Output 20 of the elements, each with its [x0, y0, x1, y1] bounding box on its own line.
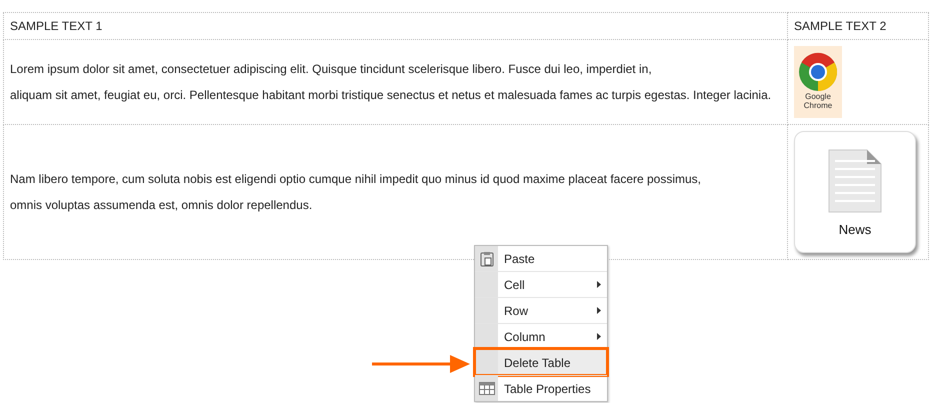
column-header: SAMPLE TEXT 1	[4, 12, 788, 40]
paragraph-line: omnis voluptas assumenda est, omnis dolor repellendus.	[10, 197, 314, 214]
menu-item[interactable]: Delete Table	[475, 349, 607, 375]
document-icon	[826, 148, 884, 216]
tile-caption: News	[838, 222, 872, 236]
menu-item[interactable]: Row	[475, 297, 607, 323]
paragraph-line: aliquam sit amet, feugiat eu, orci. Pellentesque habitant morbi tristique senectus et netus et malesuada fames ac turpis egestas. Integer lacinia.	[10, 87, 772, 104]
chrome-logo-icon	[798, 52, 838, 92]
table-icon	[478, 382, 494, 395]
clipboard-icon	[480, 250, 494, 266]
menu-item[interactable]: Paste	[475, 246, 607, 271]
submenu-arrow-icon	[597, 333, 601, 340]
submenu-arrow-icon	[597, 281, 601, 288]
column-header: SAMPLE TEXT 2	[788, 12, 928, 40]
menu-item[interactable]: Table Properties	[475, 375, 607, 401]
menu-item[interactable]: Cell	[475, 271, 607, 297]
logo-caption: Google Chrome	[802, 92, 834, 110]
paragraph-line: Nam libero tempore, cum soluta nobis est eligendi optio cumque nihil impedit quo minus id quod maxime placeat facere possimus,	[10, 171, 702, 188]
paragraph-line: Lorem ipsum dolor sit amet, consectetuer adipiscing elit. Quisque tincidunt scelerisque libero. Fusce dui leo, imperdiet in,	[10, 61, 653, 78]
submenu-arrow-icon	[597, 307, 601, 314]
